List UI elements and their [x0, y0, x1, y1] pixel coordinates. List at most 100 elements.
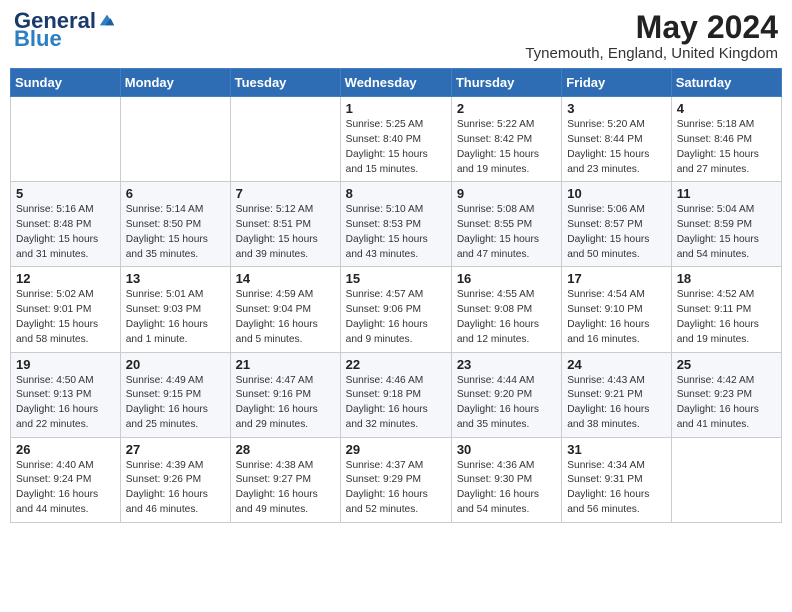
weekday-header-row: SundayMondayTuesdayWednesdayThursdayFrid… [11, 69, 782, 97]
calendar-cell: 6 Sunrise: 5:14 AM Sunset: 8:50 PM Daylig… [120, 182, 230, 267]
day-number: 25 [677, 357, 776, 372]
day-info: Sunrise: 5:06 AM Sunset: 8:57 PM Dayligh… [567, 203, 665, 262]
calendar-cell: 10 Sunrise: 5:06 AM Sunset: 8:57 PM Dayli… [562, 182, 671, 267]
calendar-cell: 12 Sunrise: 5:02 AM Sunset: 9:01 PM Dayli… [11, 267, 121, 352]
day-info: Sunrise: 4:40 AM Sunset: 9:24 PM Dayligh… [16, 459, 115, 518]
day-info: Sunrise: 5:01 AM Sunset: 9:03 PM Dayligh… [126, 288, 225, 347]
calendar-week-row: 12 Sunrise: 5:02 AM Sunset: 9:01 PM Dayli… [11, 267, 782, 352]
day-number: 13 [126, 271, 225, 286]
calendar-cell [230, 97, 340, 182]
calendar-cell: 9 Sunrise: 5:08 AM Sunset: 8:55 PM Daylig… [451, 182, 561, 267]
day-info: Sunrise: 5:20 AM Sunset: 8:44 PM Dayligh… [567, 118, 665, 177]
day-number: 7 [236, 186, 335, 201]
calendar-cell: 31Sunrise: 4:34 AM Sunset: 9:31 PM Dayli… [562, 437, 671, 522]
day-number: 19 [16, 357, 115, 372]
day-number: 31 [567, 442, 665, 457]
calendar-cell: 27 Sunrise: 4:39 AM Sunset: 9:26 PM Dayli… [120, 437, 230, 522]
calendar-cell: 5 Sunrise: 5:16 AM Sunset: 8:48 PM Daylig… [11, 182, 121, 267]
calendar-cell: 30Sunrise: 4:36 AM Sunset: 9:30 PM Dayli… [451, 437, 561, 522]
calendar-table: SundayMondayTuesdayWednesdayThursdayFrid… [10, 68, 782, 523]
calendar-cell [11, 97, 121, 182]
day-number: 18 [677, 271, 776, 286]
calendar-cell: 14Sunrise: 4:59 AM Sunset: 9:04 PM Dayli… [230, 267, 340, 352]
calendar-cell: 17 Sunrise: 4:54 AM Sunset: 9:10 PM Dayli… [562, 267, 671, 352]
day-info: Sunrise: 4:47 AM Sunset: 9:16 PM Dayligh… [236, 374, 335, 433]
day-number: 24 [567, 357, 665, 372]
day-info: Sunrise: 4:52 AM Sunset: 9:11 PM Dayligh… [677, 288, 776, 347]
logo-blue-text: Blue [14, 26, 62, 51]
day-info: Sunrise: 4:36 AM Sunset: 9:30 PM Dayligh… [457, 459, 556, 518]
day-number: 28 [236, 442, 335, 457]
calendar-week-row: 19 Sunrise: 4:50 AM Sunset: 9:13 PM Dayli… [11, 352, 782, 437]
day-info: Sunrise: 4:39 AM Sunset: 9:26 PM Dayligh… [126, 459, 225, 518]
calendar-week-row: 1Sunrise: 5:25 AM Sunset: 8:40 PM Daylig… [11, 97, 782, 182]
calendar-cell: 7 Sunrise: 5:12 AM Sunset: 8:51 PM Daylig… [230, 182, 340, 267]
calendar-cell: 8 Sunrise: 5:10 AM Sunset: 8:53 PM Daylig… [340, 182, 451, 267]
day-info: Sunrise: 4:38 AM Sunset: 9:27 PM Dayligh… [236, 459, 335, 518]
calendar-cell: 23 Sunrise: 4:44 AM Sunset: 9:20 PM Dayli… [451, 352, 561, 437]
day-number: 11 [677, 186, 776, 201]
day-info: Sunrise: 4:43 AM Sunset: 9:21 PM Dayligh… [567, 374, 665, 433]
title-block: May 2024 Tynemouth, England, United King… [525, 10, 778, 62]
day-info: Sunrise: 5:22 AM Sunset: 8:42 PM Dayligh… [457, 118, 556, 177]
day-number: 16 [457, 271, 556, 286]
calendar-cell [120, 97, 230, 182]
weekday-header: Wednesday [340, 69, 451, 97]
day-number: 29 [346, 442, 446, 457]
day-info: Sunrise: 5:10 AM Sunset: 8:53 PM Dayligh… [346, 203, 446, 262]
day-info: Sunrise: 4:49 AM Sunset: 9:15 PM Dayligh… [126, 374, 225, 433]
calendar-cell: 25Sunrise: 4:42 AM Sunset: 9:23 PM Dayli… [671, 352, 781, 437]
day-info: Sunrise: 4:59 AM Sunset: 9:04 PM Dayligh… [236, 288, 335, 347]
weekday-header: Monday [120, 69, 230, 97]
day-number: 2 [457, 101, 556, 116]
day-number: 12 [16, 271, 115, 286]
calendar-cell: 3 Sunrise: 5:20 AM Sunset: 8:44 PM Daylig… [562, 97, 671, 182]
day-info: Sunrise: 5:08 AM Sunset: 8:55 PM Dayligh… [457, 203, 556, 262]
calendar-cell: 26 Sunrise: 4:40 AM Sunset: 9:24 PM Dayli… [11, 437, 121, 522]
day-number: 22 [346, 357, 446, 372]
day-number: 27 [126, 442, 225, 457]
calendar-cell: 28 Sunrise: 4:38 AM Sunset: 9:27 PM Dayli… [230, 437, 340, 522]
day-info: Sunrise: 5:16 AM Sunset: 8:48 PM Dayligh… [16, 203, 115, 262]
calendar-cell: 24 Sunrise: 4:43 AM Sunset: 9:21 PM Dayli… [562, 352, 671, 437]
location-text: Tynemouth, England, United Kingdom [525, 45, 778, 62]
day-number: 10 [567, 186, 665, 201]
calendar-cell: 4Sunrise: 5:18 AM Sunset: 8:46 PM Daylig… [671, 97, 781, 182]
weekday-header: Saturday [671, 69, 781, 97]
calendar-cell [671, 437, 781, 522]
month-title: May 2024 [525, 10, 778, 45]
calendar-cell: 18 Sunrise: 4:52 AM Sunset: 9:11 PM Dayli… [671, 267, 781, 352]
day-info: Sunrise: 4:54 AM Sunset: 9:10 PM Dayligh… [567, 288, 665, 347]
day-number: 4 [677, 101, 776, 116]
calendar-cell: 13 Sunrise: 5:01 AM Sunset: 9:03 PM Dayli… [120, 267, 230, 352]
page-header: General Blue May 2024 Tynemouth, England… [10, 10, 782, 62]
calendar-cell: 19 Sunrise: 4:50 AM Sunset: 9:13 PM Dayli… [11, 352, 121, 437]
day-info: Sunrise: 5:14 AM Sunset: 8:50 PM Dayligh… [126, 203, 225, 262]
day-info: Sunrise: 4:44 AM Sunset: 9:20 PM Dayligh… [457, 374, 556, 433]
calendar-cell: 1Sunrise: 5:25 AM Sunset: 8:40 PM Daylig… [340, 97, 451, 182]
calendar-cell: 21 Sunrise: 4:47 AM Sunset: 9:16 PM Dayli… [230, 352, 340, 437]
weekday-header: Tuesday [230, 69, 340, 97]
day-number: 26 [16, 442, 115, 457]
calendar-cell: 20 Sunrise: 4:49 AM Sunset: 9:15 PM Dayli… [120, 352, 230, 437]
calendar-week-row: 26 Sunrise: 4:40 AM Sunset: 9:24 PM Dayli… [11, 437, 782, 522]
day-number: 1 [346, 101, 446, 116]
day-number: 9 [457, 186, 556, 201]
weekday-header: Friday [562, 69, 671, 97]
calendar-cell: 15Sunrise: 4:57 AM Sunset: 9:06 PM Dayli… [340, 267, 451, 352]
day-number: 23 [457, 357, 556, 372]
day-info: Sunrise: 4:37 AM Sunset: 9:29 PM Dayligh… [346, 459, 446, 518]
logo: General Blue [14, 10, 116, 50]
day-number: 6 [126, 186, 225, 201]
day-number: 15 [346, 271, 446, 286]
day-number: 3 [567, 101, 665, 116]
day-info: Sunrise: 4:50 AM Sunset: 9:13 PM Dayligh… [16, 374, 115, 433]
weekday-header: Sunday [11, 69, 121, 97]
day-info: Sunrise: 5:12 AM Sunset: 8:51 PM Dayligh… [236, 203, 335, 262]
day-number: 5 [16, 186, 115, 201]
day-number: 20 [126, 357, 225, 372]
day-info: Sunrise: 5:02 AM Sunset: 9:01 PM Dayligh… [16, 288, 115, 347]
day-number: 21 [236, 357, 335, 372]
day-number: 8 [346, 186, 446, 201]
day-number: 17 [567, 271, 665, 286]
